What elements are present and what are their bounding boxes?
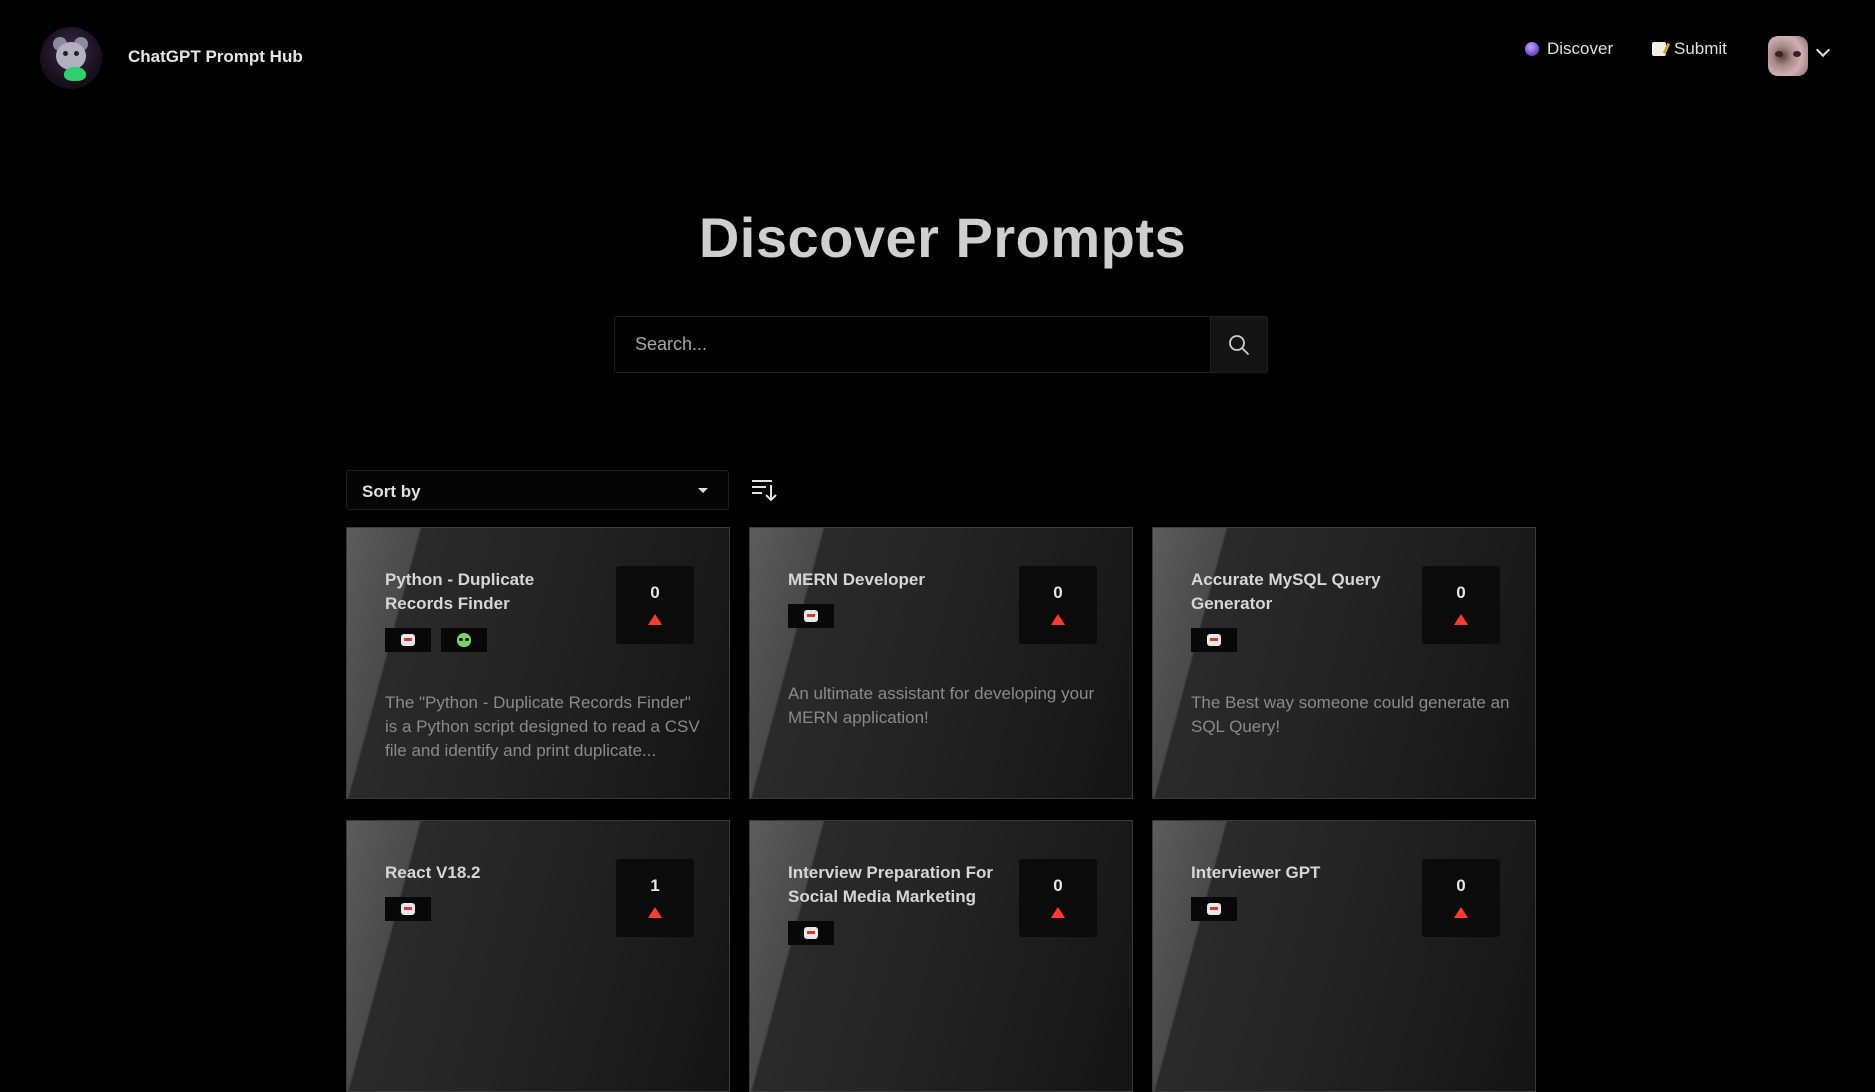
tag-badge xyxy=(788,604,834,628)
upvote-button[interactable]: 0 xyxy=(1422,566,1500,644)
sort-label: Sort by xyxy=(362,482,421,501)
vote-count: 0 xyxy=(1053,583,1063,602)
memo-icon xyxy=(1652,42,1666,56)
upvote-button[interactable]: 0 xyxy=(1019,566,1097,644)
upvote-arrow-icon xyxy=(1454,907,1468,918)
card-title[interactable]: Interview Preparation For Social Media M… xyxy=(788,861,1008,909)
robot-icon xyxy=(804,927,818,939)
prompt-card[interactable]: Python - Duplicate Records Finder 0 The … xyxy=(346,527,730,799)
robot-icon xyxy=(804,610,818,622)
crystal-ball-icon xyxy=(1525,42,1539,56)
sort-order-icon[interactable] xyxy=(750,476,778,504)
vote-count: 0 xyxy=(1456,583,1466,602)
tag-badge xyxy=(385,897,431,921)
robot-icon xyxy=(401,634,415,646)
robot-icon xyxy=(401,903,415,915)
caret-down-icon xyxy=(698,488,708,493)
koala-logo-icon[interactable] xyxy=(40,27,102,89)
robot-icon xyxy=(1207,903,1221,915)
card-description: The Best way someone could generate an S… xyxy=(1191,693,1510,736)
search-button[interactable] xyxy=(1210,316,1268,373)
upvote-arrow-icon xyxy=(1051,614,1065,625)
card-title[interactable]: MERN Developer xyxy=(788,568,1008,592)
upvote-arrow-icon xyxy=(648,614,662,625)
upvote-button[interactable]: 0 xyxy=(1019,859,1097,937)
alien-icon xyxy=(457,633,471,647)
nav-discover-link[interactable]: Discover xyxy=(1525,39,1613,59)
tag-badge xyxy=(441,628,487,652)
vote-count: 0 xyxy=(1053,876,1063,895)
tag-badge xyxy=(385,628,431,652)
card-description: The "Python - Duplicate Records Finder" … xyxy=(385,693,700,760)
upvote-arrow-icon xyxy=(1051,907,1065,918)
robot-icon xyxy=(1207,634,1221,646)
prompt-card[interactable]: React V18.2 1 xyxy=(346,820,730,1092)
card-description: An ultimate assistant for developing you… xyxy=(788,684,1095,727)
upvote-button[interactable]: 0 xyxy=(1422,859,1500,937)
card-title[interactable]: React V18.2 xyxy=(385,861,605,885)
tag-badge xyxy=(1191,897,1237,921)
tag-badge xyxy=(1191,628,1237,652)
vote-count: 1 xyxy=(650,876,660,895)
upvote-arrow-icon xyxy=(648,907,662,918)
card-title[interactable]: Interviewer GPT xyxy=(1191,861,1411,885)
prompt-card[interactable]: Interviewer GPT 0 xyxy=(1152,820,1536,1092)
user-avatar[interactable] xyxy=(1768,36,1808,76)
sort-select[interactable]: Sort by xyxy=(346,470,729,510)
search-input[interactable] xyxy=(614,316,1211,373)
card-title[interactable]: Python - Duplicate Records Finder xyxy=(385,568,605,616)
nav-submit-label: Submit xyxy=(1674,39,1727,58)
site-header: ChatGPT Prompt Hub Discover Submit xyxy=(0,0,1875,115)
brand-name[interactable]: ChatGPT Prompt Hub xyxy=(128,47,303,67)
upvote-button[interactable]: 1 xyxy=(616,859,694,937)
nav-submit-link[interactable]: Submit xyxy=(1652,39,1727,59)
chevron-down-icon[interactable] xyxy=(1815,42,1831,58)
prompt-card[interactable]: Accurate MySQL Query Generator 0 The Bes… xyxy=(1152,527,1536,799)
vote-count: 0 xyxy=(1456,876,1466,895)
search-icon xyxy=(1229,334,1249,355)
page-title: Discover Prompts xyxy=(698,206,1187,269)
nav-discover-label: Discover xyxy=(1547,39,1614,58)
prompt-card[interactable]: Interview Preparation For Social Media M… xyxy=(749,820,1133,1092)
card-title[interactable]: Accurate MySQL Query Generator xyxy=(1191,568,1411,616)
upvote-button[interactable]: 0 xyxy=(616,566,694,644)
tag-badge xyxy=(788,921,834,945)
prompt-card[interactable]: MERN Developer 0 An ultimate assistant f… xyxy=(749,527,1133,799)
upvote-arrow-icon xyxy=(1454,614,1468,625)
vote-count: 0 xyxy=(650,583,660,602)
